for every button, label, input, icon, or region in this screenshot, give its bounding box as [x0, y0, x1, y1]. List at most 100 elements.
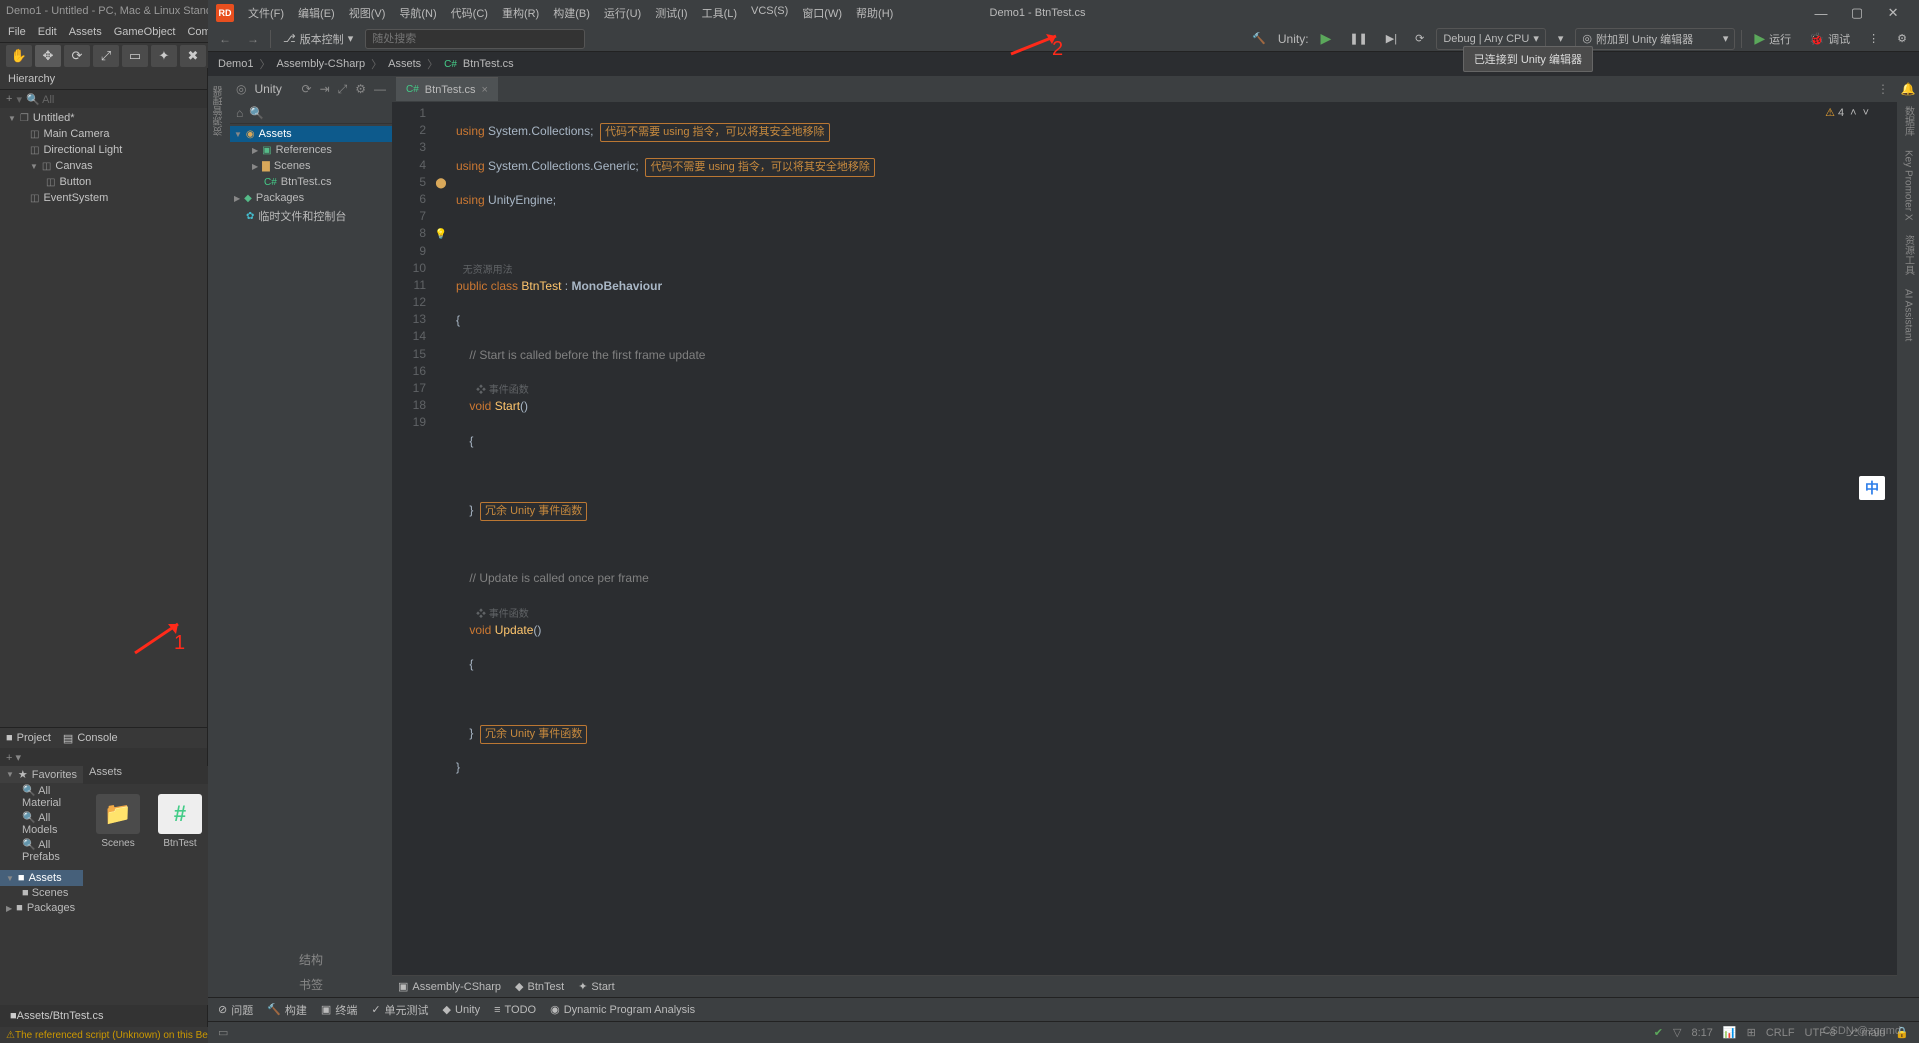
- todo-tab[interactable]: ≡ TODO: [494, 1004, 536, 1016]
- explorer-item[interactable]: ▶ ▣ References: [230, 142, 392, 158]
- hierarchy-item[interactable]: ▼◫ Canvas: [0, 158, 207, 174]
- favorite-item[interactable]: 🔍 All Models: [0, 810, 83, 837]
- terminal-tab[interactable]: ▣ 终端: [321, 1002, 357, 1018]
- search-icon[interactable]: 🔍: [249, 106, 264, 120]
- nav-back-icon[interactable]: ←: [214, 28, 236, 50]
- menu-navigate[interactable]: 导航(N): [399, 5, 436, 21]
- expand-icon[interactable]: ⤢: [338, 82, 348, 97]
- hide-icon[interactable]: —: [374, 82, 386, 96]
- unity-play-button[interactable]: ▶: [1315, 28, 1338, 50]
- dpa-tab[interactable]: ◉ Dynamic Program Analysis: [550, 1003, 695, 1016]
- unity-pause-button[interactable]: ❚❚: [1343, 28, 1373, 50]
- database-tab[interactable]: 数据库: [1901, 102, 1916, 140]
- bookmarks-tab[interactable]: 书签: [299, 976, 323, 993]
- project-tab[interactable]: ■ Project: [6, 732, 51, 744]
- menu-run[interactable]: 运行(U): [604, 5, 641, 21]
- packages-header[interactable]: ▶ ■ Packages: [0, 900, 83, 916]
- unity-menu-edit[interactable]: Edit: [38, 26, 57, 38]
- bc-class[interactable]: ◆ BtnTest: [515, 980, 564, 993]
- keypromoter-tab[interactable]: Key Promoter X: [1903, 146, 1914, 225]
- status-crlf[interactable]: CRLF: [1766, 1027, 1795, 1039]
- sync-icon[interactable]: ⟳: [302, 82, 312, 96]
- structure-tab[interactable]: 结构: [299, 951, 323, 968]
- ai-assistant-tab[interactable]: AI Assistant: [1903, 285, 1914, 345]
- code-content[interactable]: using System.Collections; 代码不需要 using 指令…: [450, 102, 1897, 975]
- ime-indicator[interactable]: 中: [1859, 476, 1885, 500]
- home-icon[interactable]: ⌂: [236, 106, 243, 120]
- search-input[interactable]: [365, 29, 585, 49]
- asset-tile-folder[interactable]: 📁 Scenes: [93, 794, 143, 849]
- hierarchy-add-button[interactable]: +: [6, 93, 12, 105]
- editor-tab[interactable]: C# BtnTest.cs ×: [396, 77, 498, 101]
- menu-build[interactable]: 构建(B): [553, 5, 590, 21]
- unity-menu-file[interactable]: File: [8, 26, 26, 38]
- menu-help[interactable]: 帮助(H): [856, 5, 893, 21]
- menu-code[interactable]: 代码(C): [451, 5, 488, 21]
- menu-tools[interactable]: 工具(L): [702, 5, 737, 21]
- chevron-down-icon[interactable]: ˅: [1863, 107, 1869, 119]
- menu-edit[interactable]: 编辑(E): [298, 5, 335, 21]
- lightbulb-icon[interactable]: 💡: [432, 226, 450, 243]
- more-icon[interactable]: ⋮: [1862, 28, 1885, 50]
- scene-row[interactable]: ▼ ❐ Untitled*: [0, 110, 207, 126]
- search-field[interactable]: [365, 29, 585, 49]
- crumb[interactable]: BtnTest.cs: [463, 58, 514, 70]
- bc-method[interactable]: ✦ Start: [578, 980, 614, 993]
- chevron-up-icon[interactable]: ˄: [1850, 107, 1856, 119]
- tab-more-icon[interactable]: ⋮: [1877, 82, 1889, 96]
- rect-tool-icon[interactable]: ▭: [122, 45, 148, 67]
- unity-step-button[interactable]: ▶|: [1380, 28, 1403, 50]
- build-tab[interactable]: 🔨 构建: [267, 1002, 307, 1018]
- settings-icon[interactable]: ⚙: [355, 82, 366, 96]
- notifications-icon[interactable]: 🔔: [1901, 82, 1916, 96]
- explorer-title[interactable]: Unity: [254, 82, 281, 96]
- unity-refresh-button[interactable]: ⟳: [1409, 28, 1430, 50]
- custom-tool-icon[interactable]: ✖: [180, 45, 206, 67]
- nav-forward-icon[interactable]: →: [242, 28, 264, 50]
- project-add-button[interactable]: + ▾: [6, 751, 21, 764]
- hierarchy-item[interactable]: ◫ EventSystem: [0, 190, 207, 206]
- hierarchy-item[interactable]: ◫ Button: [0, 174, 207, 190]
- menu-view[interactable]: 视图(V): [349, 5, 386, 21]
- favorite-item[interactable]: 🔍 All Material: [0, 783, 83, 810]
- favorites-header[interactable]: ▼ ★ Favorites: [0, 766, 83, 783]
- target-icon[interactable]: ◎: [236, 82, 246, 96]
- attach-selector[interactable]: ◎ 附加到 Unity 编辑器 ▾: [1575, 28, 1735, 50]
- status-sync-icon[interactable]: ▽: [1673, 1026, 1681, 1039]
- menu-file[interactable]: 文件(F): [248, 5, 284, 21]
- hierarchy-search[interactable]: All: [42, 94, 54, 106]
- settings-icon[interactable]: ⚙: [1891, 28, 1913, 50]
- inspection-hint[interactable]: 代码不需要 using 指令，可以将其安全地移除: [600, 123, 829, 142]
- scale-tool-icon[interactable]: ⤢: [93, 45, 119, 67]
- menu-test[interactable]: 测试(I): [655, 5, 687, 21]
- console-tab[interactable]: ▤ Console: [63, 732, 118, 745]
- bc-assembly[interactable]: ▣ Assembly-CSharp: [398, 980, 501, 993]
- run-button[interactable]: ▶ 运行: [1748, 28, 1797, 50]
- menu-refactor[interactable]: 重构(R): [502, 5, 539, 21]
- build-button[interactable]: 🔨: [1246, 28, 1272, 50]
- status-msg-icon[interactable]: ▭: [218, 1026, 228, 1039]
- hand-tool-icon[interactable]: ✋: [6, 45, 32, 67]
- unity-tab[interactable]: ◆ Unity: [443, 1003, 481, 1016]
- inspection-summary[interactable]: ⚠ 4 ˄ ˅: [1825, 106, 1869, 119]
- unity-menu-assets[interactable]: Assets: [69, 26, 102, 38]
- problems-tab[interactable]: ⊘ 问题: [218, 1002, 253, 1018]
- class-icon[interactable]: ⬤: [432, 175, 450, 192]
- inspection-hint[interactable]: 代码不需要 using 指令，可以将其安全地移除: [645, 158, 874, 177]
- hierarchy-item[interactable]: ◫ Main Camera: [0, 126, 207, 142]
- favorite-item[interactable]: 🔍 All Prefabs: [0, 837, 83, 864]
- close-button[interactable]: ✕: [1875, 0, 1911, 26]
- explorer-tool-tab[interactable]: 资源管理器: [212, 82, 227, 140]
- debug-button[interactable]: 🐞 调试: [1803, 28, 1856, 50]
- crumb[interactable]: Demo1: [218, 58, 253, 70]
- status-perf-icon[interactable]: 📊: [1723, 1026, 1737, 1039]
- inspection-hint[interactable]: 冗余 Unity 事件函数: [480, 725, 587, 744]
- unity-menu-gameobject[interactable]: GameObject: [114, 26, 176, 38]
- maximize-button[interactable]: ▢: [1839, 0, 1875, 26]
- close-tab-icon[interactable]: ×: [482, 84, 488, 96]
- move-tool-icon[interactable]: ✥: [35, 45, 61, 67]
- collapse-icon[interactable]: ⇥: [320, 82, 330, 96]
- assets-tool-tab[interactable]: 资源工具: [1901, 231, 1916, 279]
- crumb[interactable]: Assembly-CSharp: [276, 58, 365, 70]
- assets-header[interactable]: ▼ ■ Assets: [0, 870, 83, 886]
